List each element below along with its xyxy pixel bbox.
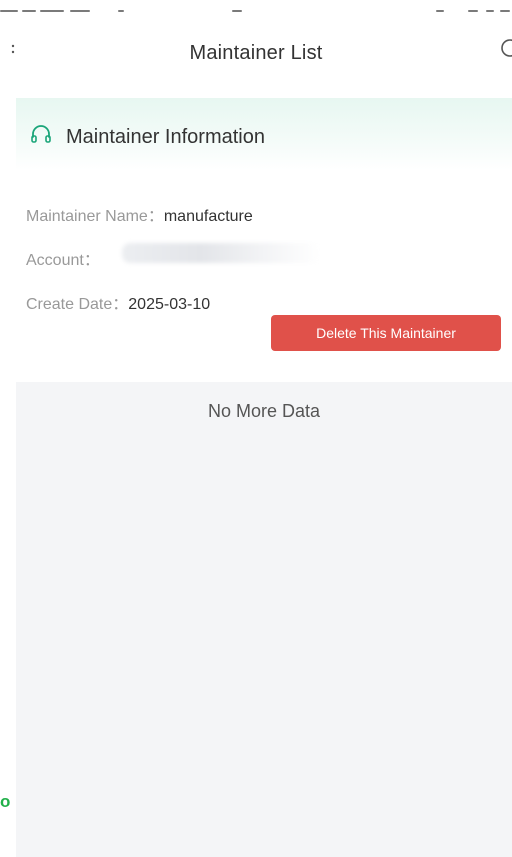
account-label: Account：	[26, 252, 100, 269]
create-date-row: Create Date：2025-03-10	[26, 290, 210, 314]
date-label: Create Date：	[26, 296, 129, 313]
delete-maintainer-button[interactable]: Delete This Maintainer	[271, 315, 501, 351]
status-mark	[436, 10, 444, 12]
status-bar	[0, 0, 512, 18]
account-value-redacted	[122, 243, 320, 263]
account-row: Account：	[26, 246, 100, 270]
name-value: manufacture	[163, 208, 253, 225]
page-title: Maintainer List	[189, 42, 323, 64]
card-title: Maintainer Information	[66, 126, 265, 148]
status-mark	[70, 10, 90, 12]
headset-icon	[30, 124, 52, 146]
maintainer-card: Maintainer Information Maintainer Name：m…	[16, 80, 512, 382]
status-mark	[500, 10, 510, 12]
maintainer-list-screen: Maintainer List Maintainer Information M…	[0, 0, 512, 857]
status-mark	[468, 10, 478, 12]
maintainer-name-row: Maintainer Name：manufacture	[26, 202, 253, 226]
status-mark	[486, 10, 494, 12]
status-mark	[0, 10, 18, 12]
more-circle-icon[interactable]	[500, 38, 512, 58]
date-value: 2025-03-10	[128, 296, 211, 313]
status-mark	[118, 10, 124, 12]
status-mark	[232, 10, 242, 12]
status-mark	[40, 10, 64, 12]
nav-header: Maintainer List	[0, 18, 512, 80]
name-label: Maintainer Name：	[26, 208, 164, 225]
status-mark	[22, 10, 36, 12]
no-more-data-text: No More Data	[207, 401, 321, 421]
overlay-text: o	[0, 792, 11, 811]
